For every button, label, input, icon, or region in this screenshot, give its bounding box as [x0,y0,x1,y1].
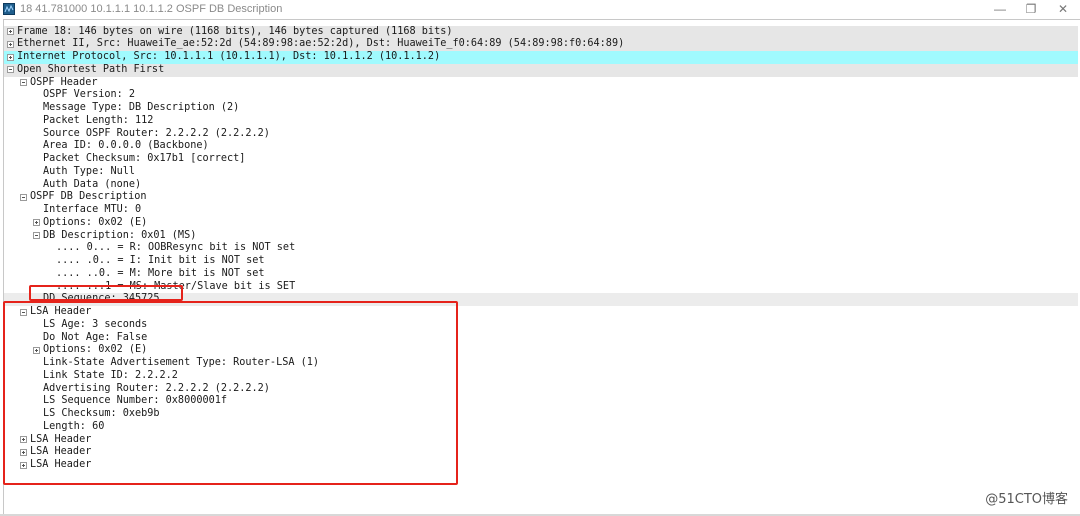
tree-row[interactable]: Interface MTU: 0 [4,204,1078,217]
title-bar: 18 41.781000 10.1.1.1 10.1.1.2 OSPF DB D… [0,0,1080,19]
tree-row-label: Frame 18: 146 bytes on wire (1168 bits),… [17,25,453,37]
tree-row[interactable]: OSPF Version: 2 [4,89,1078,102]
tree-row[interactable]: DB Description: 0x01 (MS) [4,230,1078,243]
collapse-icon[interactable] [33,232,40,239]
tree-row-label: Packet Checksum: 0x17b1 [correct] [43,153,246,164]
tree-row[interactable]: OSPF Header [4,77,1078,90]
collapse-icon[interactable] [20,193,27,201]
tree-row-label: Internet Protocol, Src: 10.1.1.1 (10.1.1… [17,51,441,62]
tree-row[interactable]: Auth Type: Null [4,166,1078,179]
tree-row-label: Packet Length: 112 [43,114,154,126]
tree-row-label: Message Type: DB Description (2) [43,102,240,113]
tree-row[interactable]: Area ID: 0.0.0.0 (Backbone) [4,140,1078,153]
tree-row-label: Open Shortest Path First [17,63,165,75]
tree-row[interactable]: OSPF DB Description [4,191,1078,204]
window-title: 18 41.781000 10.1.1.1 10.1.1.2 OSPF DB D… [20,3,283,15]
tree-row[interactable]: Source OSPF Router: 2.2.2.2 (2.2.2.2) [4,128,1078,141]
tree-row-label: Auth Data (none) [43,178,142,190]
expand-icon[interactable] [33,219,40,227]
collapse-icon[interactable] [7,66,14,74]
tree-row-label: OSPF Version: 2 [43,89,136,101]
tree-row-label: Auth Type: Null [43,165,136,177]
tree-row[interactable]: Internet Protocol, Src: 10.1.1.1 (10.1.1… [4,51,1078,64]
tree-row[interactable]: Frame 18: 146 bytes on wire (1168 bits),… [4,25,1078,39]
tree-row[interactable]: Auth Data (none) [4,179,1078,192]
tree-row-label: .... .0.. = I: Init bit is NOT set [56,255,265,266]
tree-row-label: .... ..0. = M: More bit is NOT set [56,267,265,279]
tree-row-label: Ethernet II, Src: HuaweiTe_ae:52:2d (54:… [17,38,625,50]
dd-sequence-highlight-box [29,285,183,301]
tree-row-label: OSPF Header [30,76,98,88]
tree-row-label: Area ID: 0.0.0.0 (Backbone) [43,140,209,152]
tree-row[interactable]: Packet Length: 112 [4,115,1078,128]
tree-row[interactable]: Open Shortest Path First [4,63,1078,77]
tree-row[interactable]: Ethernet II, Src: HuaweiTe_ae:52:2d (54:… [4,38,1078,51]
tree-row-label: Source OSPF Router: 2.2.2.2 (2.2.2.2) [43,127,270,139]
expand-icon[interactable] [7,40,14,48]
tree-row[interactable]: Message Type: DB Description (2) [4,102,1078,115]
tree-row[interactable]: Packet Checksum: 0x17b1 [correct] [4,153,1078,166]
watermark: @51CTO博客 [985,492,1068,507]
tree-row[interactable]: .... ..0. = M: More bit is NOT set [4,268,1078,281]
lsa-header-highlight-box [3,301,458,485]
collapse-icon[interactable] [20,79,27,86]
tree-row-label: Interface MTU: 0 [43,204,142,215]
tree-row[interactable]: .... .0.. = I: Init bit is NOT set [4,255,1078,268]
wireshark-icon [3,3,15,15]
tree-row[interactable]: .... 0... = R: OOBResync bit is NOT set [4,242,1078,255]
tree-row-label: .... 0... = R: OOBResync bit is NOT set [56,242,296,254]
expand-icon[interactable] [7,28,14,35]
tree-row-label: OSPF DB Description [30,191,147,203]
expand-icon[interactable] [7,53,14,61]
tree-row-label: Options: 0x02 (E) [43,216,148,228]
tree-row[interactable]: Options: 0x02 (E) [4,217,1078,230]
tree-row-label: DB Description: 0x01 (MS) [43,229,197,241]
close-button[interactable]: ✕ [1043,0,1080,19]
